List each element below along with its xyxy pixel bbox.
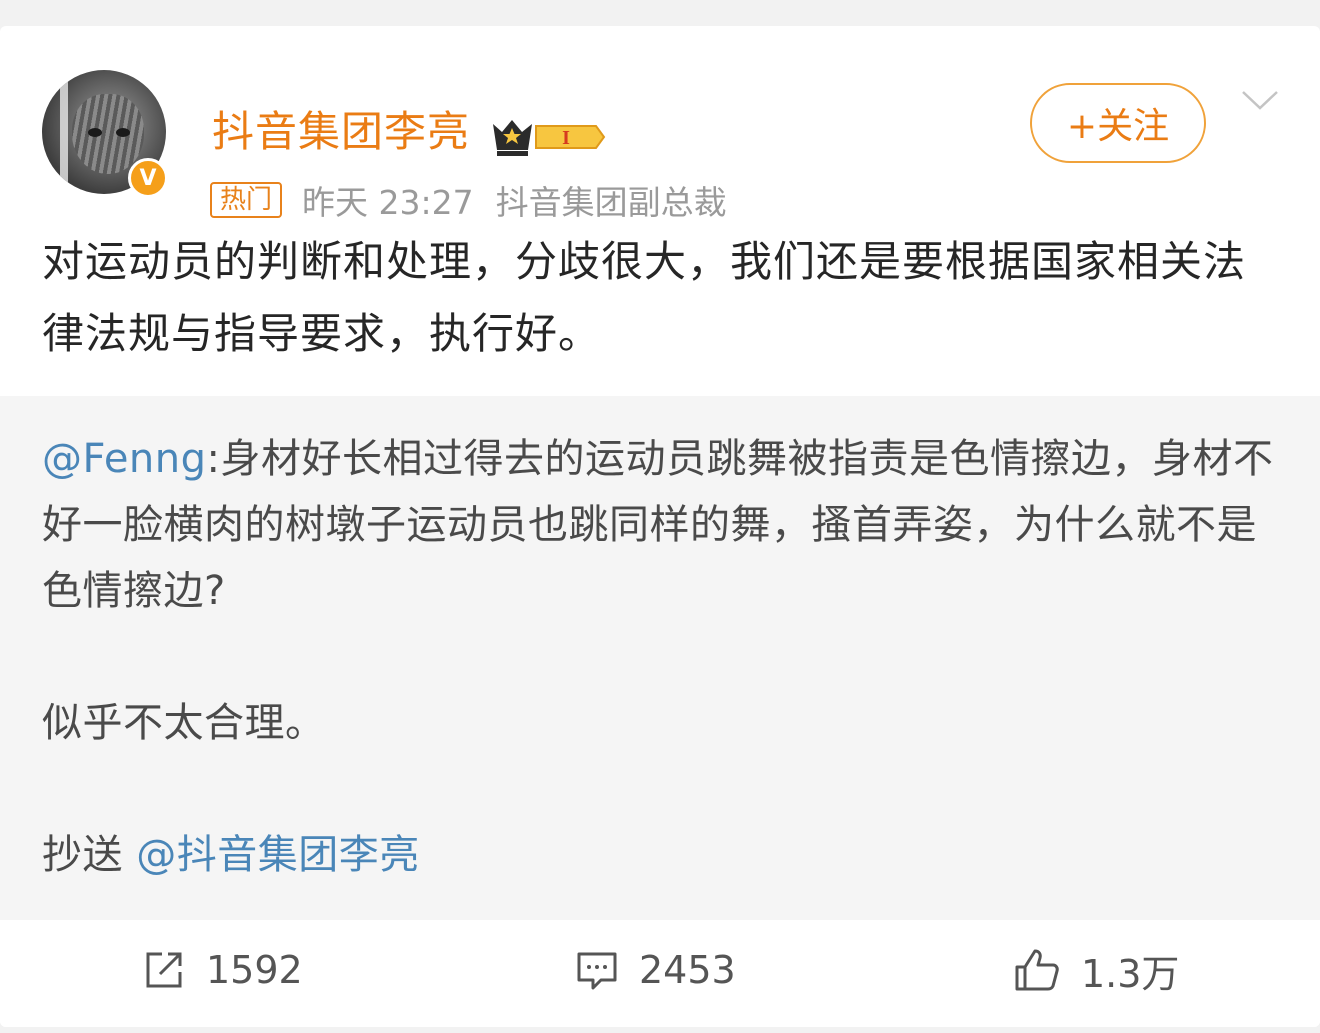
comment-button[interactable]: 2453: [575, 940, 736, 1000]
cc-mention-link[interactable]: @抖音集团李亮: [136, 832, 420, 878]
share-count: 1592: [206, 948, 303, 992]
author-name[interactable]: 抖音集团李亮: [212, 106, 470, 158]
repost-cc: 抄送 @抖音集团李亮: [42, 822, 1282, 888]
share-icon: [146, 952, 182, 988]
avatar-eye: [88, 128, 102, 137]
cc-label: 抄送: [42, 832, 137, 878]
chevron-down-icon[interactable]: [1240, 88, 1280, 114]
author-title: 抖音集团副总裁: [495, 183, 727, 222]
action-bar: 1592 2453 1.3万: [0, 920, 1320, 1027]
mention-link[interactable]: @Fenng: [42, 436, 207, 482]
crown-icon: I: [493, 120, 606, 156]
avatar-stripe: [60, 70, 68, 194]
avatar-eye: [116, 128, 130, 137]
comment-icon: [577, 952, 617, 990]
repost-line: 似乎不太合理。: [42, 700, 326, 746]
comment-count: 2453: [639, 948, 736, 992]
level-badge-text: I: [562, 127, 570, 149]
repost-body: :身材好长相过得去的运动员跳舞被指责是色情擦边，身材不好一脸横肉的树墩子运动员也…: [42, 436, 1274, 614]
follow-button[interactable]: +关注: [1030, 83, 1206, 163]
verified-badge-icon: V: [128, 158, 168, 198]
share-button[interactable]: 1592: [142, 940, 303, 1000]
repost-block[interactable]: @Fenng:身材好长相过得去的运动员跳舞被指责是色情擦边，身材不好一脸横肉的树…: [0, 396, 1320, 920]
hot-badge: 热门: [210, 182, 283, 218]
thumbs-up-icon: [1015, 949, 1059, 991]
post-meta: 热门 昨天 23:27 抖音集团副总裁: [210, 180, 727, 222]
post-time: 昨天 23:27: [302, 183, 474, 222]
like-count: 1.3万: [1081, 951, 1180, 996]
like-button[interactable]: 1.3万: [1013, 940, 1179, 1000]
verified-mark: V: [139, 165, 157, 191]
repost-content: @Fenng:身材好长相过得去的运动员跳舞被指责是色情擦边，身材不好一脸横肉的树…: [42, 426, 1282, 888]
avatar-cat-face: [72, 94, 144, 174]
repost-paragraph: @Fenng:身材好长相过得去的运动员跳舞被指责是色情擦边，身材不好一脸横肉的树…: [42, 426, 1282, 624]
post-content: 对运动员的判断和处理，分歧很大，我们还是要根据国家相关法律法规与指导要求，执行好…: [42, 237, 1247, 358]
weibo-post-card: V 抖音集团李亮 I 热门 昨天 23:27 抖音集团副总裁 +关注 对运动员的…: [0, 26, 1320, 1027]
